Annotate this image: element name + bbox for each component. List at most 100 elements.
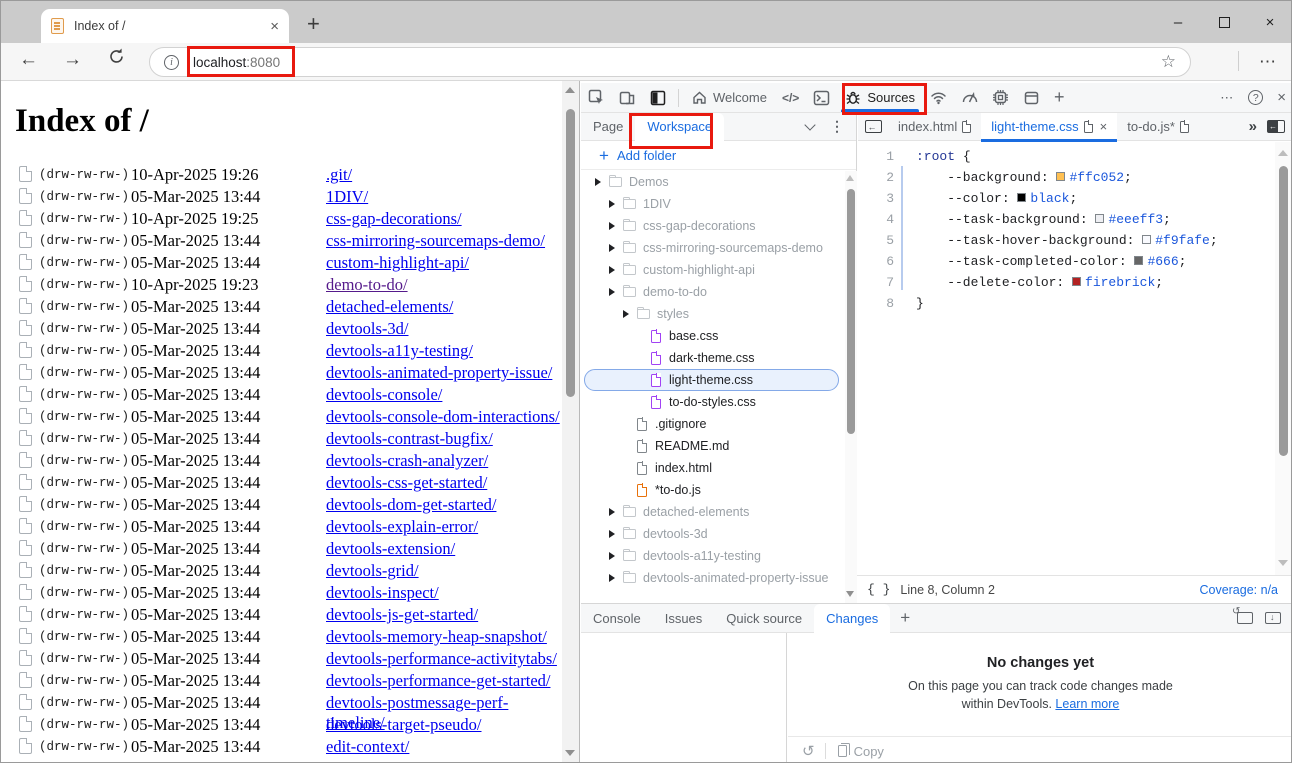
tree-file[interactable]: *to-do.js — [581, 479, 847, 501]
device-emulation-icon[interactable] — [612, 84, 643, 112]
devtools-menu-icon[interactable]: ⋯ — [1213, 84, 1241, 112]
elements-panel-icon[interactable]: </> — [775, 84, 806, 112]
directory-link[interactable]: detached-elements/ — [326, 297, 453, 317]
directory-link[interactable]: devtools-console-dom-interactions/ — [326, 407, 560, 427]
back-button[interactable]: ← — [19, 49, 38, 71]
directory-link[interactable]: devtools-js-get-started/ — [326, 605, 478, 625]
directory-link[interactable]: custom-highlight-api/ — [326, 253, 469, 273]
tab-welcome[interactable]: Welcome — [684, 84, 775, 112]
directory-link[interactable]: devtools-performance-get-started/ — [326, 671, 550, 691]
directory-link[interactable]: demo-to-do/ — [326, 275, 408, 295]
caret-right-icon[interactable] — [609, 200, 615, 208]
copy-button[interactable]: Copy — [854, 744, 884, 759]
tab-sources[interactable]: Sources — [837, 84, 923, 112]
directory-link[interactable]: devtools-memory-heap-snapshot/ — [326, 627, 547, 647]
tree-file[interactable]: .gitignore — [581, 413, 847, 435]
directory-link[interactable]: css-gap-decorations/ — [326, 209, 462, 229]
color-swatch[interactable] — [1017, 193, 1026, 202]
directory-link[interactable]: .git/ — [326, 165, 352, 185]
directory-link[interactable]: devtools-animated-property-issue/ — [326, 363, 552, 383]
add-folder-button[interactable]: + Add folder — [581, 142, 856, 170]
scroll-up-icon[interactable] — [565, 87, 575, 93]
close-tab-icon[interactable]: × — [1100, 119, 1108, 134]
directory-link[interactable]: devtools-extension/ — [326, 539, 455, 559]
code-editor[interactable]: 1:root {2 --background: #ffc052;3 --colo… — [858, 142, 1275, 574]
scroll-down-icon[interactable] — [1278, 560, 1288, 566]
caret-right-icon[interactable] — [609, 244, 615, 252]
scroll-up-icon[interactable] — [1278, 150, 1288, 156]
directory-link[interactable]: edit-context/ — [326, 737, 409, 757]
tree-folder[interactable]: demo-to-do — [581, 281, 847, 303]
drawer-tab-changes[interactable]: Changes — [814, 604, 890, 633]
maximize-button[interactable] — [1201, 1, 1247, 43]
directory-link[interactable]: devtools-crash-analyzer/ — [326, 451, 488, 471]
tree-scrollbar-thumb[interactable] — [847, 189, 855, 434]
minimize-button[interactable]: – — [1155, 1, 1201, 43]
forward-button[interactable]: → — [63, 49, 82, 71]
caret-right-icon[interactable] — [623, 310, 629, 318]
refresh-button[interactable] — [107, 47, 126, 72]
tree-folder[interactable]: Demos — [581, 171, 847, 193]
color-swatch[interactable] — [1134, 256, 1143, 265]
editor-scrollbar[interactable] — [1275, 142, 1292, 575]
memory-panel-icon[interactable] — [985, 84, 1016, 112]
caret-right-icon[interactable] — [609, 288, 615, 296]
scroll-up-icon[interactable] — [846, 175, 854, 181]
color-swatch[interactable] — [1095, 214, 1104, 223]
help-icon[interactable]: ? — [1241, 84, 1270, 112]
tab-close-icon[interactable]: × — [270, 18, 279, 35]
copy-icon[interactable] — [838, 745, 847, 757]
console-panel-icon[interactable] — [806, 84, 837, 112]
tree-file[interactable]: README.md — [581, 435, 847, 457]
undock-drawer-icon[interactable] — [1237, 612, 1253, 624]
collapse-drawer-icon[interactable] — [1265, 612, 1281, 624]
directory-link[interactable]: devtools-dom-get-started/ — [326, 495, 496, 515]
tree-folder[interactable]: devtools-3d — [581, 523, 847, 545]
directory-link[interactable]: devtools-inspect/ — [326, 583, 439, 603]
directory-link[interactable]: devtools-explain-error/ — [326, 517, 478, 537]
tree-folder[interactable]: devtools-animated-property-issue — [581, 567, 847, 589]
inspect-element-icon[interactable] — [581, 84, 612, 112]
directory-link[interactable]: 1DIV/ — [326, 187, 368, 207]
hide-navigator-icon[interactable]: ← — [858, 120, 888, 133]
tree-folder[interactable]: devtools-a11y-testing — [581, 545, 847, 567]
tree-folder[interactable]: detached-elements — [581, 501, 847, 523]
editor-tab-index-html[interactable]: index.html — [888, 113, 981, 141]
directory-link[interactable]: devtools-target-pseudo/ — [326, 715, 482, 735]
pretty-print-button[interactable]: { } — [867, 582, 890, 597]
color-swatch[interactable] — [1142, 235, 1151, 244]
learn-more-link[interactable]: Learn more — [1055, 697, 1119, 711]
directory-link[interactable]: devtools-a11y-testing/ — [326, 341, 473, 361]
directory-link[interactable]: css-mirroring-sourcemaps-demo/ — [326, 231, 545, 251]
drawer-tab-issues[interactable]: Issues — [653, 604, 715, 633]
add-drawer-tab-button[interactable]: + — [890, 608, 920, 628]
page-scrollbar-thumb[interactable] — [566, 109, 575, 397]
caret-right-icon[interactable] — [595, 178, 601, 186]
drawer-tab-console[interactable]: Console — [581, 604, 653, 633]
directory-link[interactable]: devtools-contrast-bugfix/ — [326, 429, 493, 449]
close-window-button[interactable]: × — [1247, 1, 1292, 43]
tree-file[interactable]: light-theme.css — [581, 369, 847, 391]
tree-folder[interactable]: css-mirroring-sourcemaps-demo — [581, 237, 847, 259]
directory-link[interactable]: devtools-console/ — [326, 385, 442, 405]
page-scrollbar[interactable] — [562, 81, 579, 763]
directory-link[interactable]: devtools-3d/ — [326, 319, 409, 339]
directory-link[interactable]: devtools-css-get-started/ — [326, 473, 487, 493]
new-tab-button[interactable]: + — [307, 11, 320, 37]
revert-icon[interactable]: ↺ — [802, 742, 815, 760]
tree-file[interactable]: to-do-styles.css — [581, 391, 847, 413]
close-devtools-icon[interactable]: × — [1270, 84, 1292, 112]
tab-page[interactable]: Page — [581, 113, 635, 141]
tree-folder[interactable]: styles — [581, 303, 847, 325]
tree-file[interactable]: dark-theme.css — [581, 347, 847, 369]
caret-right-icon[interactable] — [609, 266, 615, 274]
tree-folder[interactable]: css-gap-decorations — [581, 215, 847, 237]
editor-tab-to-do-js-[interactable]: to-do.js* — [1117, 113, 1199, 141]
more-tools-button[interactable]: + — [1047, 84, 1072, 112]
navigator-menu-icon[interactable]: ⋮ — [830, 118, 844, 135]
drawer-tab-quick-source[interactable]: Quick source — [714, 604, 814, 633]
site-info-icon[interactable]: i — [164, 55, 179, 70]
browser-menu-button[interactable]: ⋯ — [1259, 52, 1277, 72]
coverage-link[interactable]: Coverage: n/a — [1199, 583, 1278, 597]
caret-right-icon[interactable] — [609, 574, 615, 582]
